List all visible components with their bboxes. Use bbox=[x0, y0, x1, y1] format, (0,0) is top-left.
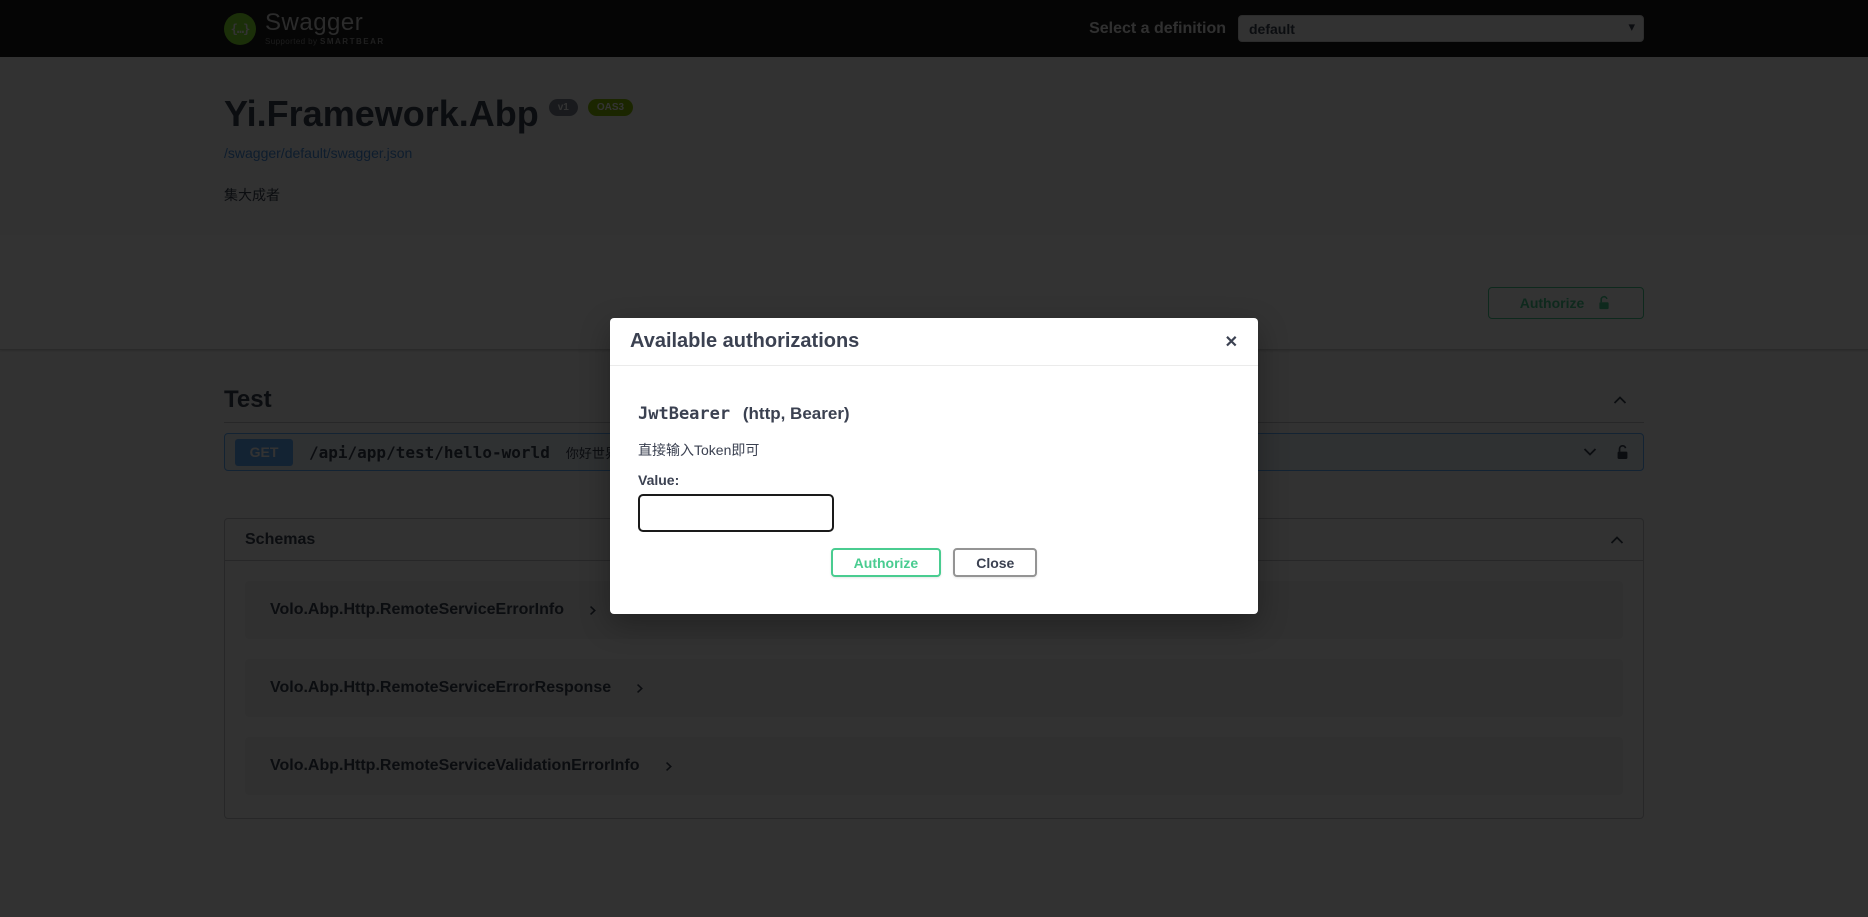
modal-body: JwtBearer (http, Bearer) 直接输入Token即可 Val… bbox=[610, 366, 1258, 614]
modal-button-row: Authorize Close bbox=[638, 548, 1230, 577]
modal-header: Available authorizations ✕ bbox=[610, 318, 1258, 366]
modal-authorize-button[interactable]: Authorize bbox=[831, 548, 942, 577]
authorizations-modal: Available authorizations ✕ JwtBearer (ht… bbox=[610, 318, 1258, 614]
value-label: Value: bbox=[638, 472, 1230, 488]
auth-scheme-name: JwtBearer bbox=[638, 404, 730, 424]
modal-title: Available authorizations bbox=[630, 330, 859, 353]
close-icon[interactable]: ✕ bbox=[1225, 332, 1238, 352]
auth-scheme-heading: JwtBearer (http, Bearer) bbox=[638, 404, 1230, 424]
modal-close-button[interactable]: Close bbox=[953, 548, 1037, 577]
auth-scheme-type: (http, Bearer) bbox=[743, 404, 850, 423]
auth-scheme-description: 直接输入Token即可 bbox=[638, 440, 1230, 460]
token-value-input[interactable] bbox=[638, 494, 834, 532]
